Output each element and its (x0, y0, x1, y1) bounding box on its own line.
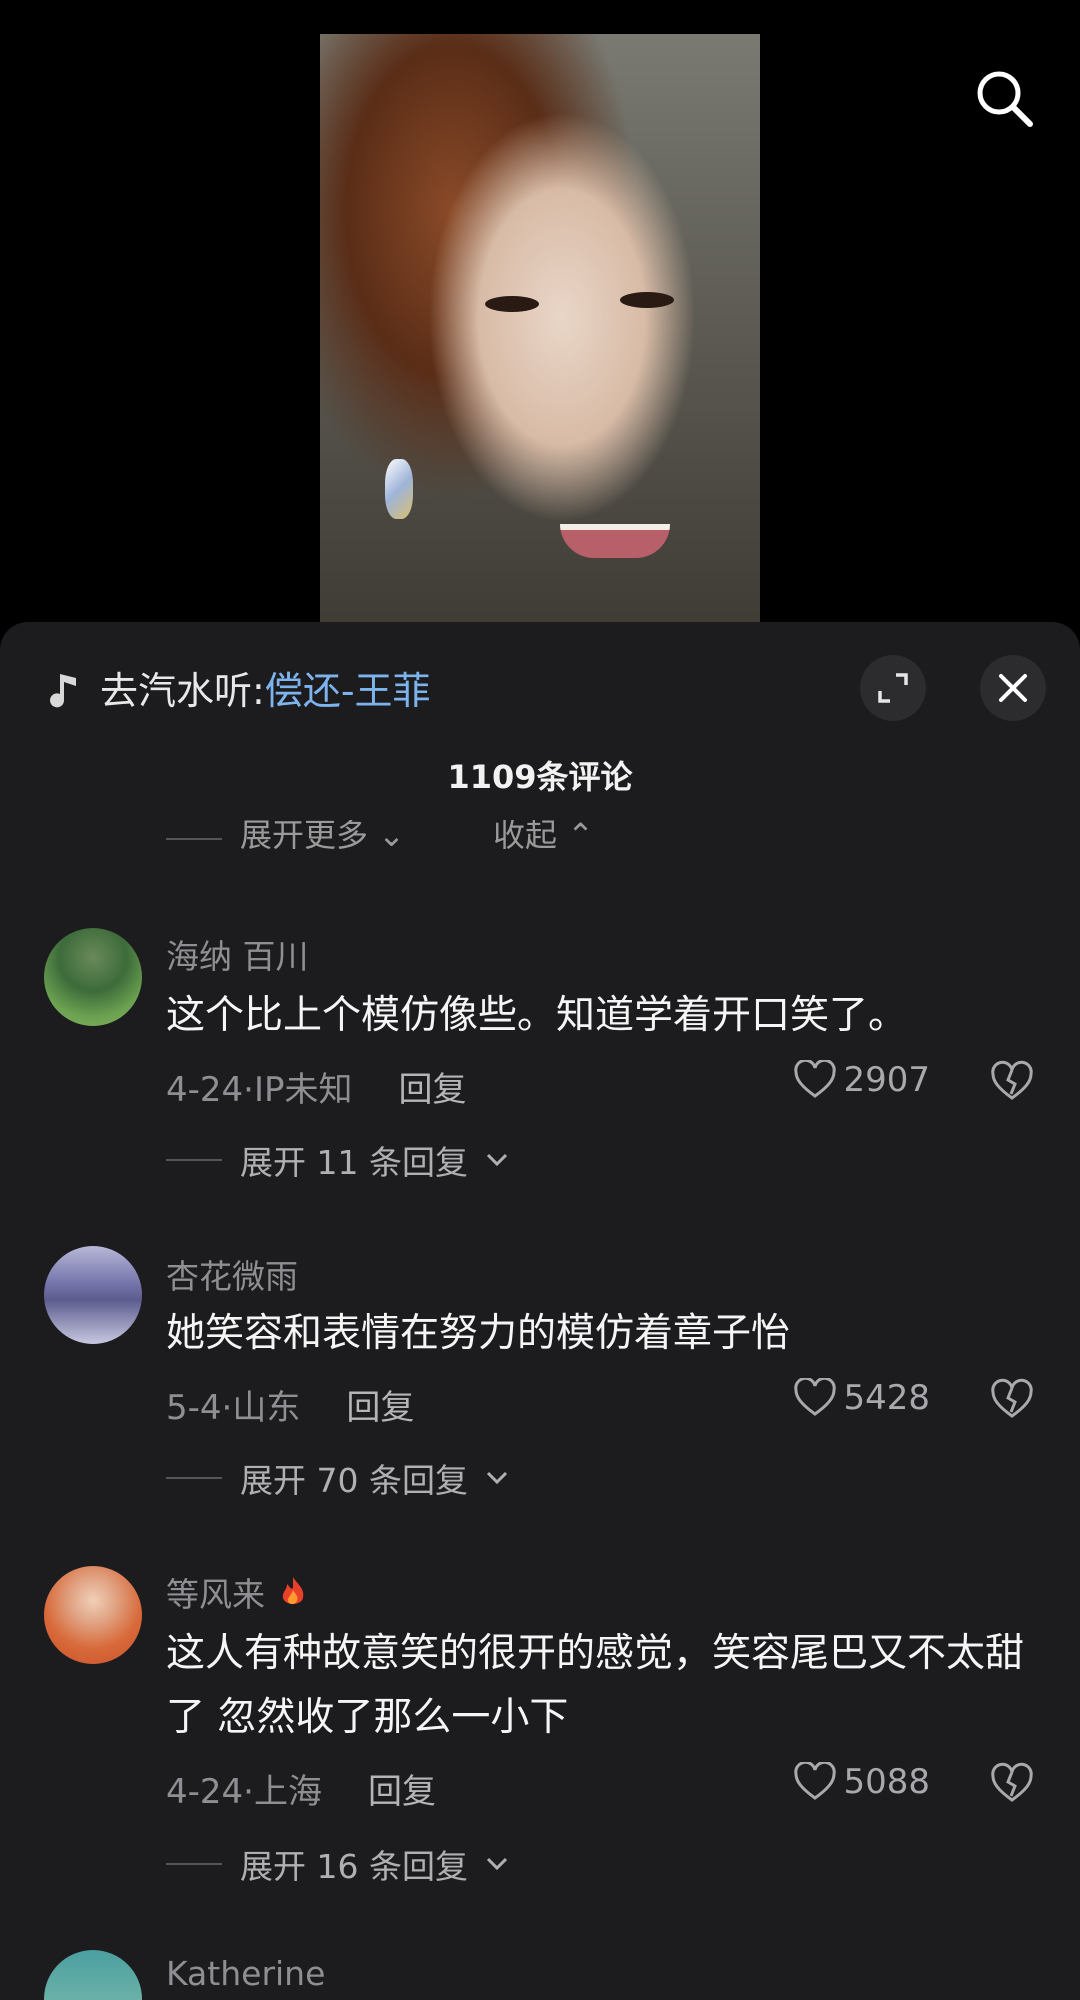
comment-count: 1109条评论 (447, 758, 633, 796)
reply-button[interactable]: 回复 (346, 1380, 414, 1429)
music-note-icon (50, 673, 76, 707)
like-count: 5088 (843, 1762, 930, 1802)
comment-date-location: 5-4·山东 (166, 1388, 301, 1428)
comment-text: 这个比上个模仿像些。知道学着开口笑了。 (166, 993, 908, 1038)
collapse-button[interactable]: 收起 ⌃ (493, 820, 594, 850)
avatar[interactable] (44, 1566, 142, 1664)
avatar[interactable] (44, 928, 142, 1026)
broken-heart-icon[interactable] (990, 1762, 1034, 1806)
flame-badge-icon (282, 1577, 304, 1604)
expand-replies-button[interactable]: 展开 16 条回复 (166, 1840, 508, 1888)
reply-button[interactable]: 回复 (399, 1062, 467, 1111)
comment-username[interactable]: 海纳 百川 (166, 930, 309, 978)
search-icon (977, 71, 1033, 127)
divider (166, 1863, 222, 1865)
reply-button[interactable]: 回复 (368, 1764, 436, 1813)
broken-heart-icon[interactable] (990, 1378, 1034, 1422)
music-link[interactable]: 去汽水听: 偿还-王菲 (46, 660, 431, 715)
chevron-down-icon (486, 1857, 508, 1871)
video-player[interactable] (0, 0, 1080, 640)
video-face-left-eye (485, 296, 539, 312)
comment-text: 她笑容和表情在努力的模仿着章子怡 (166, 1311, 791, 1356)
heart-icon (794, 1060, 837, 1098)
heart-icon (794, 1378, 837, 1416)
expand-replies-label: 展开 11 条回复 (240, 1143, 468, 1182)
comment-text: 这人有种故意笑的很开的感觉，笑容尾巴又不太甜了 忽然收了那么一小下 (166, 1631, 1025, 1740)
divider (166, 1159, 222, 1161)
like-count: 5428 (843, 1378, 930, 1418)
search-button[interactable] (972, 66, 1036, 130)
broken-heart-icon[interactable] (990, 1060, 1034, 1104)
comment-date-location: 4-24·IP未知 (166, 1070, 353, 1110)
music-song-title[interactable]: 偿还-王菲 (265, 660, 431, 715)
video-face-right-eye (620, 292, 674, 308)
video-earring (385, 459, 413, 519)
expand-replies-label: 展开 16 条回复 (240, 1847, 468, 1886)
like-button[interactable]: 5428 (793, 1378, 930, 1418)
comment-username[interactable]: Katherine (166, 1954, 325, 1993)
comment-meta: 4-24·上海 回复 (166, 1764, 436, 1813)
partial-reply-controls: 展开更多 ⌄ 收起 ⌃ (166, 820, 594, 850)
like-count: 2907 (843, 1060, 930, 1100)
comment-meta: 4-24·IP未知 回复 (166, 1062, 467, 1111)
chevron-down-icon (486, 1153, 508, 1167)
video-frame[interactable] (320, 34, 760, 624)
divider (166, 1477, 222, 1479)
comment-username[interactable]: 等风来 (166, 1568, 311, 1616)
comment-date-location: 4-24·上海 (166, 1772, 322, 1812)
heart-icon (794, 1762, 837, 1800)
close-icon (999, 674, 1027, 702)
comment-username[interactable]: 杏花微雨 (166, 1250, 298, 1298)
like-button[interactable]: 5088 (793, 1762, 930, 1802)
music-prefix: 去汽水听: (100, 669, 265, 713)
like-button[interactable]: 2907 (793, 1060, 930, 1100)
expand-view-button[interactable] (860, 655, 926, 721)
expand-more-button[interactable]: 展开更多 ⌄ (240, 820, 405, 850)
close-button[interactable] (980, 655, 1046, 721)
divider (166, 838, 222, 840)
comment-meta: 5-4·山东 回复 (166, 1380, 414, 1429)
expand-replies-button[interactable]: 展开 11 条回复 (166, 1136, 508, 1184)
avatar[interactable] (44, 1246, 142, 1344)
expand-replies-label: 展开 70 条回复 (240, 1461, 468, 1500)
expand-icon (878, 673, 908, 703)
chevron-down-icon (486, 1471, 508, 1485)
comment-username-text: 等风来 (166, 1575, 265, 1614)
expand-replies-button[interactable]: 展开 70 条回复 (166, 1454, 508, 1502)
video-face-mouth (560, 524, 670, 558)
